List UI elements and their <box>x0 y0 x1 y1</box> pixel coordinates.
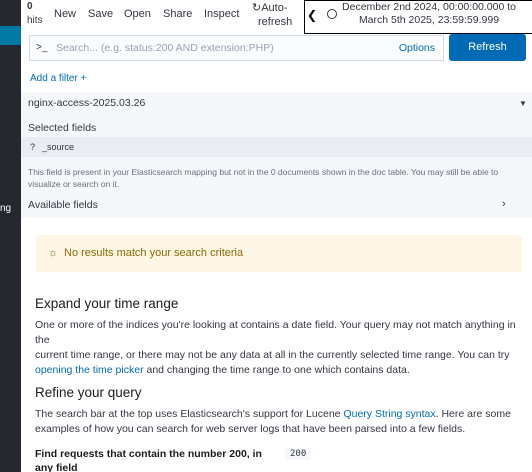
hits-counter: 0 hits <box>27 0 43 28</box>
refine-text: The search bar at the top uses Elasticse… <box>35 407 525 437</box>
chevron-right-icon[interactable]: › <box>502 198 506 210</box>
refine-text-mid: . Here are some <box>435 408 511 420</box>
inspect-button[interactable]: Inspect <box>204 8 239 20</box>
new-button[interactable]: New <box>54 8 76 20</box>
nav-item-clipped-label[interactable]: ng <box>0 203 21 214</box>
share-button[interactable]: Share <box>163 8 192 20</box>
notice-line-1: This field is present in your Elasticsea… <box>28 167 499 177</box>
refine-text-line-2: examples of how you can search for web s… <box>35 423 466 435</box>
add-filter-label: Add a filter <box>30 73 78 84</box>
auto-refresh-label-1: Auto- <box>261 2 288 14</box>
search-placeholder: Search... (e.g. status:200 AND extension… <box>56 42 274 54</box>
auto-refresh-label-2: refresh <box>258 16 293 28</box>
refresh-button[interactable]: Refresh <box>449 34 526 61</box>
plus-icon: + <box>80 73 87 84</box>
index-pattern-selector[interactable]: nginx-access-2025.03.26 <box>28 97 145 109</box>
open-button[interactable]: Open <box>124 8 151 20</box>
refine-text-line-1: The search bar at the top uses Elasticse… <box>35 407 525 422</box>
previous-range-arrow-icon[interactable]: ❮ <box>307 8 317 22</box>
notice-line-2: visualize or search on it. <box>28 179 120 189</box>
query-prompt-icon: >_ <box>36 42 48 53</box>
refine-title: Refine your query <box>35 385 142 400</box>
clock-icon <box>327 9 337 19</box>
missing-field-notice: This field is present in your Elasticsea… <box>28 166 528 190</box>
example-query-code: 200 <box>285 448 312 460</box>
find-requests-title: Find requests that contain the number 20… <box>35 448 262 472</box>
expand-text-line-2: current time range, or there may not be … <box>35 349 510 361</box>
open-time-picker-link[interactable]: opening the time picker <box>35 364 144 376</box>
options-button[interactable]: Options <box>399 42 435 54</box>
time-range-text[interactable]: December 2nd 2024, 00:00:00.000 to March… <box>341 1 517 27</box>
hits-count: 0 <box>27 1 33 12</box>
available-fields-title[interactable]: Available fields <box>28 199 98 211</box>
save-button[interactable]: Save <box>88 8 113 20</box>
refine-section: Refine your query <box>35 385 525 400</box>
no-results-message: No results match your search criteria <box>64 247 244 259</box>
expand-text: One or more of the indices you're lookin… <box>35 318 525 378</box>
auto-refresh-button[interactable]: ↻Auto- refresh <box>252 1 292 29</box>
time-picker[interactable]: ❮ December 2nd 2024, 00:00:00.000 to Mar… <box>304 0 532 34</box>
source-field-name: _source <box>42 142 75 152</box>
expand-title: Expand your time range <box>35 296 179 311</box>
search-input[interactable]: >_ Search... (e.g. status:200 AND extens… <box>29 35 444 61</box>
time-range-start: December 2nd 2024, 00:00:00.000 to <box>342 1 516 13</box>
hits-label: hits <box>27 15 43 26</box>
field-type-unknown-icon: ? <box>30 142 36 152</box>
selected-fields-title: Selected fields <box>28 122 97 134</box>
caret-down-icon[interactable]: ▼ <box>519 99 527 108</box>
time-range-end: March 5th 2025, 23:59:59.999 <box>358 14 500 26</box>
expand-text-line-1: One or more of the indices you're lookin… <box>35 319 516 346</box>
expand-text-line-3: opening the time picker and changing the… <box>35 363 525 378</box>
help-icon: ☼ <box>48 247 59 259</box>
source-field-row[interactable]: ? _source <box>21 137 532 157</box>
add-filter-link[interactable]: Add a filter + <box>30 73 86 84</box>
refresh-cycle-icon: ↻ <box>252 2 262 14</box>
no-results-callout: ☼ No results match your search criteria <box>36 235 522 272</box>
query-string-syntax-link[interactable]: Query String syntax <box>343 408 435 420</box>
nav-item-active[interactable] <box>0 26 21 45</box>
top-menu-bar: 0 hits New Save Open Share Inspect ↻Auto… <box>21 0 532 34</box>
left-navigation: ng <box>0 0 21 472</box>
expand-text-tail: and changing the time range to one which… <box>143 364 410 376</box>
expand-section: Expand your time range <box>35 296 525 311</box>
refine-text-head: The search bar at the top uses Elasticse… <box>35 408 344 420</box>
